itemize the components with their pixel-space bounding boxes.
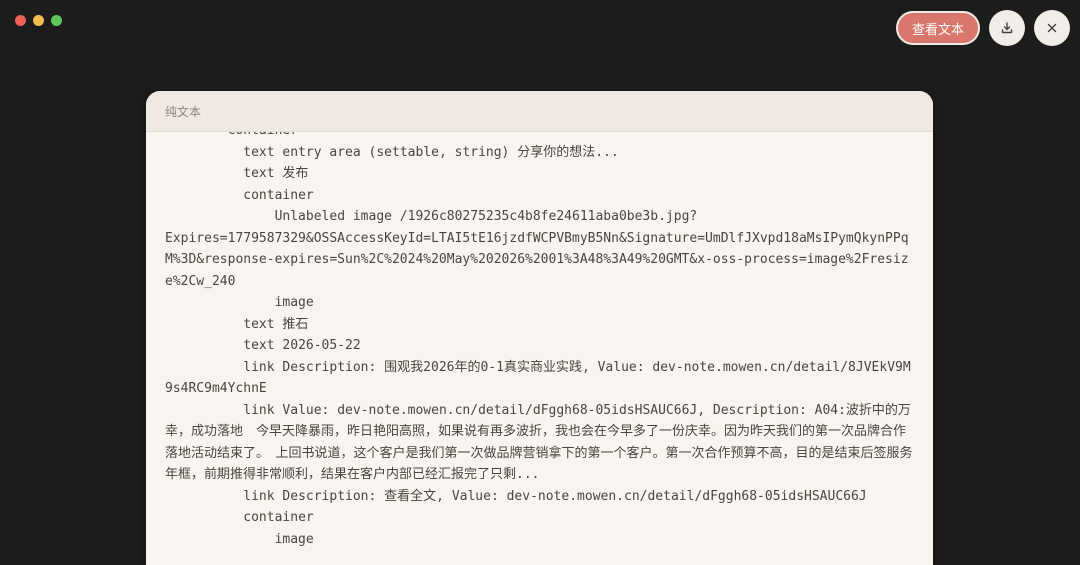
text-line: image: [165, 295, 314, 310]
text-content: container text entry area (settable, str…: [165, 132, 917, 550]
minimize-window-button[interactable]: [33, 15, 44, 26]
text-line: text 推石: [165, 316, 309, 332]
text-line: link Value: dev-note.mowen.cn/detail/dFg…: [165, 402, 913, 483]
view-text-button[interactable]: 查看文本: [895, 11, 980, 45]
close-window-button[interactable]: [15, 15, 26, 26]
toolbar: 查看文本: [895, 10, 1070, 46]
close-button[interactable]: [1034, 10, 1070, 46]
panel-title: 纯文本: [146, 91, 933, 132]
window-controls: [15, 15, 62, 26]
text-line: text 2026-05-22: [165, 338, 361, 353]
text-line: Expires=1779587329&OSSAccessKeyId=LTAI5t…: [165, 230, 909, 289]
plain-text-panel: 纯文本 container text entry area (settable,…: [146, 91, 933, 565]
text-line: text entry area (settable, string) 分享你的想…: [165, 144, 619, 160]
text-line: text 发布: [165, 166, 309, 181]
panel-body[interactable]: container text entry area (settable, str…: [146, 132, 933, 565]
text-line: container: [165, 510, 314, 525]
close-icon: [1046, 22, 1058, 34]
text-line: Unlabeled image /1926c80275235c4b8fe2461…: [165, 209, 698, 224]
text-line: container: [165, 132, 917, 142]
download-icon: [1000, 21, 1014, 35]
text-line: link Description: 围观我2026年的0-1真实商业实践, Va…: [165, 359, 911, 397]
download-button[interactable]: [989, 10, 1025, 46]
app-window: 查看文本 纯文本 container text entry area (sett…: [0, 0, 1080, 565]
zoom-window-button[interactable]: [51, 15, 62, 26]
text-line: container: [165, 187, 314, 203]
text-line: image: [165, 531, 314, 547]
text-line: link Description: 查看全文, Value: dev-note.…: [165, 488, 867, 504]
